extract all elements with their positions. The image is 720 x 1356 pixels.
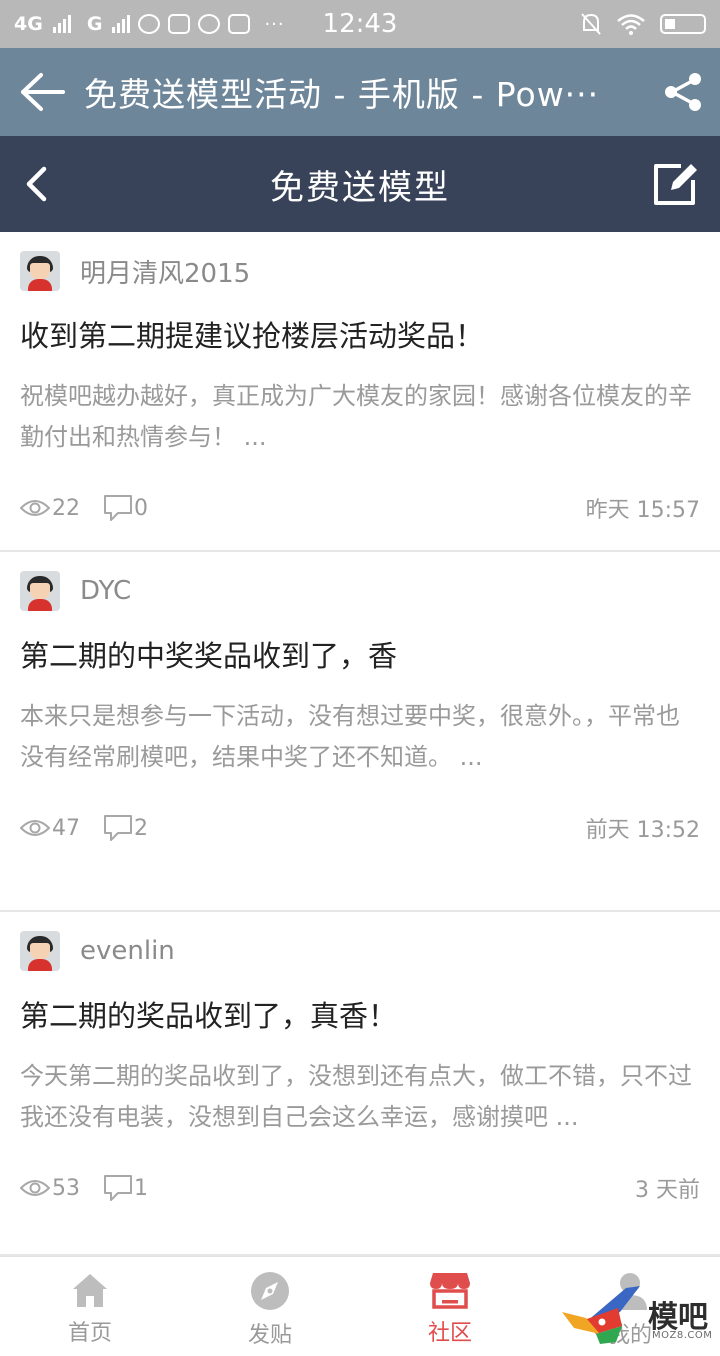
post-time: 3 天前	[635, 1178, 700, 1203]
post-list: 明月清风2015 收到第二期提建议抢楼层活动奖品！ 祝模吧越办越好，真正成为广大…	[0, 232, 720, 1256]
post-author: DYC	[20, 570, 700, 612]
tab-home[interactable]: 首页	[0, 1257, 180, 1356]
post-meta: 22 0 昨天 15:57	[20, 458, 700, 558]
watermark-url: MOZ8.COM	[652, 1330, 713, 1341]
share-button[interactable]	[646, 48, 720, 136]
comment-count: 2	[102, 813, 148, 843]
comment-icon	[104, 815, 132, 841]
status-bar: 4G G ··· 12:43	[0, 0, 720, 48]
comment-count: 1	[102, 1173, 148, 1203]
browser-bar: 免费送模型活动 - 手机版 - Pow···	[0, 48, 720, 136]
author-name[interactable]: DYC	[80, 576, 131, 606]
post-meta: 53 1 3 天前	[20, 1138, 700, 1238]
compose-button[interactable]	[648, 156, 704, 212]
post-time: 前天 13:52	[585, 818, 700, 843]
view-count-value: 22	[52, 495, 80, 521]
post-title[interactable]: 第二期的中奖奖品收到了，香	[20, 636, 700, 676]
post-item[interactable]: 明月清风2015 收到第二期提建议抢楼层活动奖品！ 祝模吧越办越好，真正成为广大…	[0, 232, 720, 552]
post-excerpt: 祝模吧越办越好，真正成为广大模友的家园！感谢各位模友的辛勤付出和热情参与！ ..…	[20, 382, 692, 451]
avatar[interactable]	[20, 571, 60, 611]
post-title[interactable]: 第二期的奖品收到了，真香！	[20, 996, 700, 1036]
view-count: 53	[20, 1176, 80, 1201]
battery-icon	[660, 14, 706, 34]
comment-count-value: 2	[134, 815, 148, 841]
avatar[interactable]	[20, 931, 60, 971]
view-count: 22	[20, 496, 80, 521]
tab-community-label: 社区	[427, 1321, 472, 1346]
browser-title: 免费送模型活动 - 手机版 - Pow···	[84, 75, 600, 114]
post-author: evenlin	[20, 930, 700, 972]
home-icon	[73, 1274, 107, 1307]
browser-back-button[interactable]	[0, 48, 84, 136]
moz8-watermark: 模吧 MOZ8.COM	[556, 1278, 720, 1356]
post-item[interactable]: evenlin 第二期的奖品收到了，真香！ 今天第二期的奖品收到了，没想到还有点…	[0, 912, 720, 1256]
tab-post[interactable]: 发贴	[180, 1257, 360, 1356]
tab-post-label: 发贴	[247, 1323, 292, 1348]
bird-logo-icon	[562, 1286, 640, 1344]
compass-icon	[251, 1272, 289, 1310]
arrow-left-icon	[21, 73, 65, 111]
share-icon	[665, 73, 701, 111]
comment-count-value: 1	[134, 1175, 148, 1201]
author-name[interactable]: evenlin	[80, 936, 175, 966]
page-title: 免费送模型	[270, 167, 450, 208]
comment-count-value: 0	[134, 495, 148, 521]
view-count: 47	[20, 816, 80, 841]
chevron-left-icon	[26, 166, 47, 202]
comment-icon	[104, 1175, 132, 1201]
header-back-button[interactable]	[12, 158, 62, 210]
post-author: 明月清风2015	[20, 250, 700, 292]
author-name[interactable]: 明月清风2015	[80, 253, 250, 290]
post-time: 昨天 15:57	[585, 498, 700, 523]
tab-home-label: 首页	[67, 1321, 112, 1346]
post-title[interactable]: 收到第二期提建议抢楼层活动奖品！	[20, 316, 700, 356]
post-excerpt: 本来只是想参与一下活动，没有想过要中奖，很意外。，平常也没有经常刷模吧，结果中奖…	[20, 702, 680, 771]
page-header: 免费送模型	[0, 136, 720, 232]
edit-icon	[654, 164, 697, 205]
eye-icon	[20, 820, 50, 836]
eye-icon	[20, 500, 50, 516]
eye-icon	[20, 1180, 50, 1196]
tab-community[interactable]: 社区	[360, 1257, 540, 1356]
post-meta: 47 2 前天 13:52	[20, 778, 700, 878]
shop-icon	[430, 1273, 470, 1309]
post-excerpt: 今天第二期的奖品收到了，没想到还有点大，做工不错，只不过我还没有电装，没想到自己…	[20, 1062, 692, 1131]
view-count-value: 47	[52, 815, 80, 841]
view-count-value: 53	[52, 1175, 80, 1201]
comment-count: 0	[102, 493, 148, 523]
comment-icon	[104, 495, 132, 521]
clock: 12:43	[322, 9, 398, 39]
post-item[interactable]: DYC 第二期的中奖奖品收到了，香 本来只是想参与一下活动，没有想过要中奖，很意…	[0, 552, 720, 912]
avatar[interactable]	[20, 251, 60, 291]
